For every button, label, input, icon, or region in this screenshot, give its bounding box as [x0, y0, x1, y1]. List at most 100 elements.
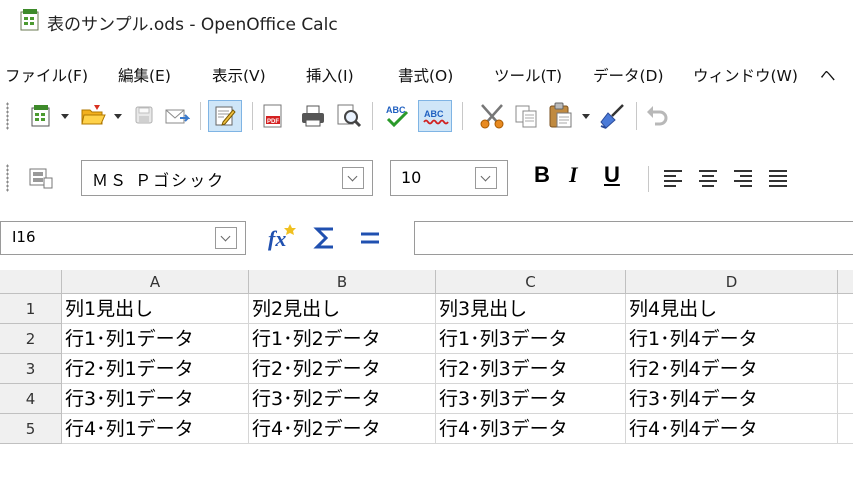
align-justify-icon[interactable] [767, 168, 789, 188]
toolbar-separator [636, 102, 637, 130]
svg-text:ABC: ABC [386, 105, 406, 115]
save-icon[interactable] [134, 105, 154, 125]
menu-tools[interactable]: ツール(T) [494, 64, 562, 86]
toolbar-grip[interactable] [6, 164, 9, 192]
cell-d3[interactable]: 行2･列4データ [626, 354, 838, 384]
toolbar-separator [372, 102, 373, 130]
cell-e1[interactable] [838, 294, 853, 324]
toolbar-separator [462, 102, 463, 130]
cell-b3[interactable]: 行2･列2データ [249, 354, 436, 384]
row-header-3[interactable]: 3 [0, 354, 62, 384]
column-header-e[interactable] [838, 270, 853, 294]
font-size-combo[interactable]: 10 [390, 160, 508, 196]
column-header-b[interactable]: B [249, 270, 436, 294]
cell-d4[interactable]: 行3･列4データ [626, 384, 838, 414]
column-header-c[interactable]: C [436, 270, 626, 294]
equals-icon[interactable] [359, 230, 381, 246]
undo-icon[interactable] [645, 104, 669, 128]
paste-icon[interactable] [548, 101, 574, 129]
cell-c2[interactable]: 行1･列3データ [436, 324, 626, 354]
menu-window[interactable]: ウィンドウ(W) [693, 64, 798, 86]
page-preview-icon[interactable] [336, 103, 362, 129]
italic-button[interactable]: I [569, 162, 578, 188]
clone-format-icon[interactable] [598, 102, 626, 130]
edit-mode-button[interactable] [208, 100, 242, 132]
row-header-1[interactable]: 1 [0, 294, 62, 324]
font-name-dropdown-button[interactable] [342, 167, 364, 189]
cell-a2[interactable]: 行1･列1データ [62, 324, 249, 354]
svg-text:PDF: PDF [267, 119, 279, 125]
styles-formatting-icon[interactable] [28, 166, 56, 190]
cut-icon[interactable] [478, 103, 506, 129]
export-pdf-icon[interactable]: PDF [262, 103, 284, 129]
font-name-combo[interactable]: ＭＳ Ｐゴシック [81, 160, 373, 196]
cell-b5[interactable]: 行4･列2データ [249, 414, 436, 444]
underline-button[interactable]: U [604, 162, 620, 188]
auto-spellcheck-button[interactable]: ABC [418, 100, 452, 132]
cell-b2[interactable]: 行1･列2データ [249, 324, 436, 354]
standard-toolbar: PDF ABC ABC [0, 94, 853, 138]
menu-edit[interactable]: 編集(E) [118, 64, 171, 86]
row-header-2[interactable]: 2 [0, 324, 62, 354]
auto-spellcheck-icon: ABC [423, 109, 449, 125]
column-header-d[interactable]: D [626, 270, 838, 294]
print-icon[interactable] [300, 104, 326, 128]
open-dropdown-arrow-icon[interactable] [113, 113, 123, 120]
cell-a1[interactable]: 列1見出し [62, 294, 249, 324]
new-dropdown-arrow-icon[interactable] [60, 113, 70, 120]
menu-insert[interactable]: 挿入(I) [306, 64, 354, 86]
email-icon[interactable] [164, 106, 190, 126]
select-all-corner[interactable] [0, 270, 62, 294]
copy-icon[interactable] [514, 103, 538, 129]
column-header-a[interactable]: A [62, 270, 249, 294]
svg-text:fx: fx [268, 226, 286, 251]
toolbar-separator [200, 102, 201, 130]
cell-a3[interactable]: 行2･列1データ [62, 354, 249, 384]
cell-e3[interactable] [838, 354, 853, 384]
align-left-icon[interactable] [662, 168, 684, 188]
window-title: 表のサンプル.ods - OpenOffice Calc [47, 15, 338, 35]
cell-c4[interactable]: 行3･列3データ [436, 384, 626, 414]
cell-d2[interactable]: 行1･列4データ [626, 324, 838, 354]
cell-b1[interactable]: 列2見出し [249, 294, 436, 324]
formula-input[interactable] [414, 221, 853, 255]
menu-format[interactable]: 書式(O) [398, 64, 453, 86]
cell-e5[interactable] [838, 414, 853, 444]
toolbar-separator [252, 102, 253, 130]
spellcheck-icon[interactable]: ABC [383, 102, 411, 130]
cell-c1[interactable]: 列3見出し [436, 294, 626, 324]
cell-c5[interactable]: 行4･列3データ [436, 414, 626, 444]
menu-help[interactable]: ヘ [820, 64, 836, 86]
cell-d1[interactable]: 列4見出し [626, 294, 838, 324]
font-name-value: ＭＳ Ｐゴシック [92, 171, 226, 190]
sum-icon[interactable] [313, 226, 339, 250]
bold-button[interactable]: B [534, 162, 550, 188]
cell-reference: I16 [12, 228, 36, 246]
menu-data[interactable]: データ(D) [593, 64, 664, 86]
calc-app-icon [20, 9, 39, 31]
new-document-icon[interactable] [30, 104, 52, 128]
svg-text:ABC: ABC [424, 109, 444, 119]
font-size-dropdown-button[interactable] [475, 167, 497, 189]
row-header-5[interactable]: 5 [0, 414, 62, 444]
cell-b4[interactable]: 行3･列2データ [249, 384, 436, 414]
align-center-icon[interactable] [697, 168, 719, 188]
function-wizard-icon[interactable]: fx [266, 222, 298, 252]
font-size-value: 10 [401, 168, 422, 187]
menu-file[interactable]: ファイル(F) [5, 64, 88, 86]
cell-e2[interactable] [838, 324, 853, 354]
menu-view[interactable]: 表示(V) [212, 64, 266, 86]
row-header-4[interactable]: 4 [0, 384, 62, 414]
menu-bar: ファイル(F) 編集(E) 表示(V) 挿入(I) 書式(O) ツール(T) デ… [0, 58, 853, 90]
name-box[interactable]: I16 [0, 221, 246, 255]
cell-a5[interactable]: 行4･列1データ [62, 414, 249, 444]
name-box-dropdown-button[interactable] [215, 227, 237, 249]
toolbar-grip[interactable] [6, 102, 9, 130]
align-right-icon[interactable] [732, 168, 754, 188]
cell-a4[interactable]: 行3･列1データ [62, 384, 249, 414]
cell-c3[interactable]: 行2･列3データ [436, 354, 626, 384]
cell-d5[interactable]: 行4･列4データ [626, 414, 838, 444]
cell-e4[interactable] [838, 384, 853, 414]
open-folder-icon[interactable] [80, 103, 106, 127]
paste-dropdown-arrow-icon[interactable] [581, 113, 591, 120]
